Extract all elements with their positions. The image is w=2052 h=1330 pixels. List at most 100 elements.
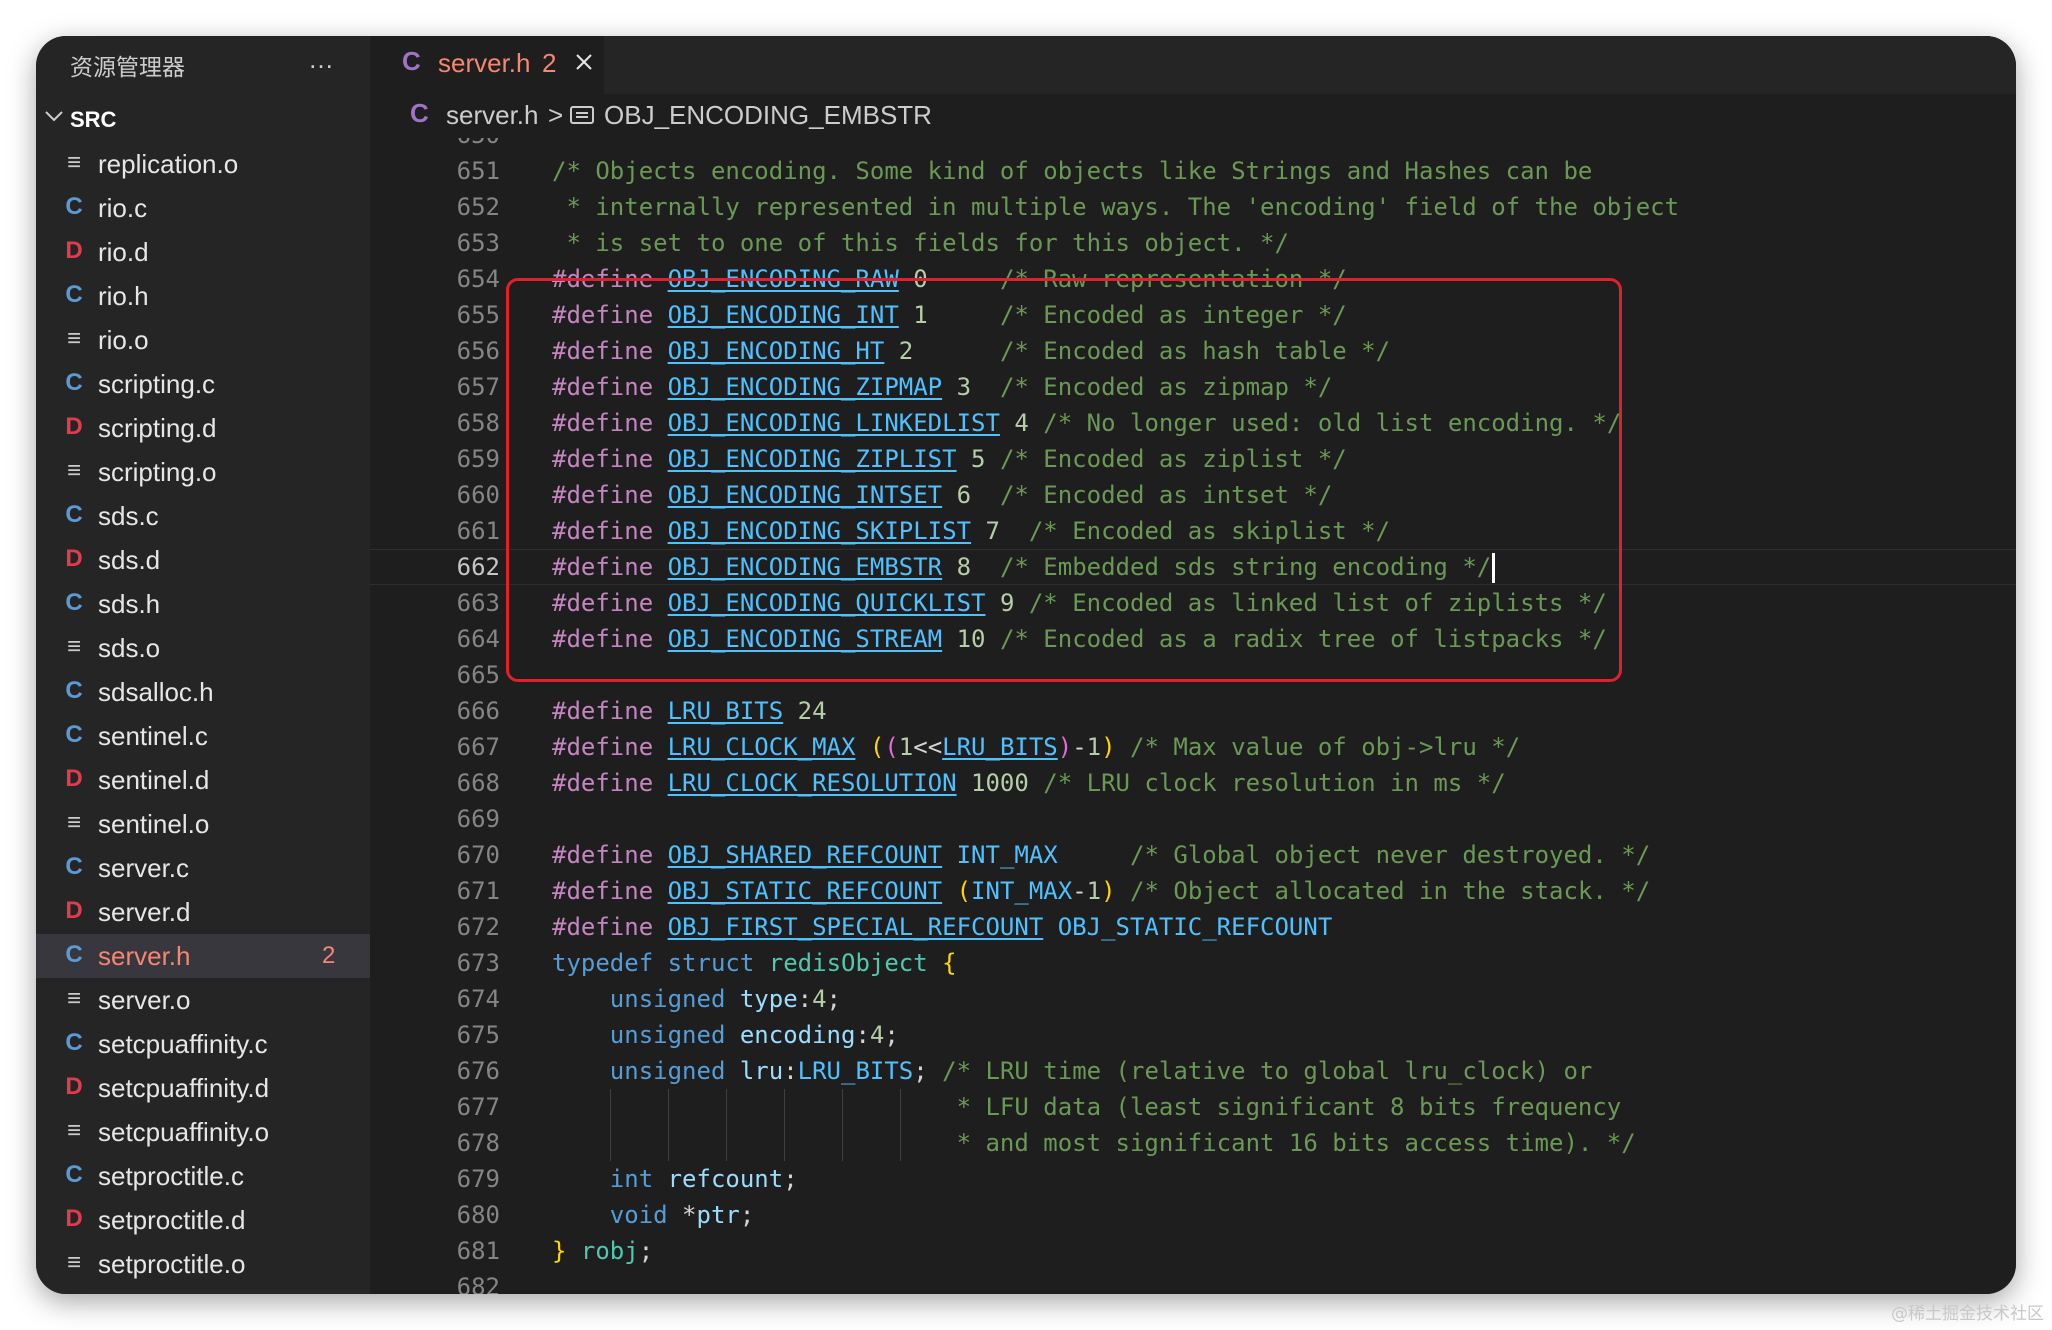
indent-guide: [610, 1125, 611, 1161]
code-line[interactable]: 677 * LFU data (least significant 8 bits…: [370, 1089, 2016, 1125]
tab-server-h[interactable]: C server.h 2: [370, 36, 604, 94]
file-item[interactable]: Dscripting.d: [36, 406, 370, 450]
code-line[interactable]: 652 * internally represented in multiple…: [370, 189, 2016, 225]
code-line[interactable]: 665: [370, 657, 2016, 693]
code-line[interactable]: 655 #define OBJ_ENCODING_INT 1 /* Encoded…: [370, 297, 2016, 333]
d-file-icon: D: [65, 545, 83, 572]
code-line[interactable]: 675 unsigned encoding:4;: [370, 1017, 2016, 1053]
file-item[interactable]: Dsetcpuaffinity.d: [36, 1066, 370, 1110]
file-item[interactable]: Csds.h: [36, 582, 370, 626]
code-line[interactable]: 661 #define OBJ_ENCODING_SKIPLIST 7 /* En…: [370, 513, 2016, 549]
file-item[interactable]: Dserver.d: [36, 890, 370, 934]
code-line[interactable]: 673 typedef struct redisObject {: [370, 945, 2016, 981]
code-text: #define OBJ_ENCODING_INT 1 /* Encoded as…: [552, 297, 1347, 333]
code-line[interactable]: 670 #define OBJ_SHARED_REFCOUNT INT_MAX /…: [370, 837, 2016, 873]
code-line[interactable]: 667 #define LRU_CLOCK_MAX ((1<<LRU_BITS)-…: [370, 729, 2016, 765]
file-item[interactable]: ≡ setproctitle.o: [36, 1242, 370, 1286]
code-line[interactable]: 650: [370, 138, 2016, 153]
code-token: OBJ_ENCODING_INT: [667, 301, 899, 329]
file-item[interactable]: ≡ scripting.o: [36, 450, 370, 494]
code-line[interactable]: 663 #define OBJ_ENCODING_QUICKLIST 9 /* E…: [370, 585, 2016, 621]
code-token: 5: [971, 445, 986, 473]
code-token: LRU_BITS: [797, 1057, 914, 1085]
code-line[interactable]: 659 #define OBJ_ENCODING_ZIPLIST 5 /* Enc…: [370, 441, 2016, 477]
c-file-icon: C: [65, 941, 83, 968]
breadcrumb: C server.h > OBJ_ENCODING_EMBSTR: [370, 94, 2016, 138]
code-line[interactable]: 657 #define OBJ_ENCODING_ZIPMAP 3 /* Enco…: [370, 369, 2016, 405]
code-line[interactable]: 674 unsigned type:4;: [370, 981, 2016, 1017]
more-actions-icon[interactable]: …: [308, 44, 336, 75]
file-item[interactable]: Drio.d: [36, 230, 370, 274]
code-line[interactable]: 672 #define OBJ_FIRST_SPECIAL_REFCOUNT OB…: [370, 909, 2016, 945]
file-item[interactable]: Crio.h: [36, 274, 370, 318]
file-item[interactable]: Cserver.h 2: [36, 934, 370, 978]
code-token: /* Encoded as linked list of ziplists */: [1028, 589, 1607, 617]
code-token: /* Raw representation */: [999, 265, 1347, 293]
line-number: 663: [456, 589, 500, 617]
text-file-icon: ≡: [66, 149, 81, 176]
code-line[interactable]: 669: [370, 801, 2016, 837]
code-line[interactable]: 653 * is set to one of this fields for t…: [370, 225, 2016, 261]
code-token: int: [609, 1165, 654, 1193]
file-item[interactable]: ≡ rio.o: [36, 318, 370, 362]
code-line[interactable]: 662 #define OBJ_ENCODING_EMBSTR 8 /* Embe…: [370, 549, 2016, 585]
code-line[interactable]: 676 unsigned lru:LRU_BITS; /* LRU time (…: [370, 1053, 2016, 1089]
folder-src[interactable]: SRC: [36, 98, 370, 140]
line-number: 667: [456, 733, 500, 761]
code-line[interactable]: 666 #define LRU_BITS 24: [370, 693, 2016, 729]
code-line[interactable]: 681} robj;: [370, 1233, 2016, 1269]
line-number: 671: [456, 877, 500, 905]
file-item[interactable]: Dsetproctitle.d: [36, 1198, 370, 1242]
code-token: LRU_CLOCK_MAX: [667, 733, 856, 761]
code-token: 4: [869, 1021, 885, 1049]
file-item[interactable]: Csetproctitle.c: [36, 1154, 370, 1198]
code-line[interactable]: 679 int refcount;: [370, 1161, 2016, 1197]
breadcrumb-file[interactable]: server.h: [446, 100, 539, 131]
code-line[interactable]: 671 #define OBJ_STATIC_REFCOUNT (INT_MAX-…: [370, 873, 2016, 909]
file-item[interactable]: ≡ setcpuaffinity.o: [36, 1110, 370, 1154]
line-number: 681: [456, 1237, 500, 1265]
breadcrumb-symbol[interactable]: OBJ_ENCODING_EMBSTR: [604, 100, 932, 131]
code-line[interactable]: 658 #define OBJ_ENCODING_LINKEDLIST 4 /* …: [370, 405, 2016, 441]
file-item[interactable]: ≡ sds.o: [36, 626, 370, 670]
code-line[interactable]: 682: [370, 1269, 2016, 1294]
file-item[interactable]: ≡ sentinel.o: [36, 802, 370, 846]
line-number: 654: [456, 265, 500, 293]
file-item[interactable]: Cserver.c: [36, 846, 370, 890]
tab-bar: C server.h 2: [370, 36, 2016, 94]
code-line[interactable]: 660 #define OBJ_ENCODING_INTSET 6 /* Enco…: [370, 477, 2016, 513]
file-item[interactable]: ≡ server.o: [36, 978, 370, 1022]
code-token: OBJ_ENCODING_HT: [667, 337, 885, 365]
code-text: typedef struct redisObject {: [552, 945, 957, 981]
file-item[interactable]: Csetcpuaffinity.c: [36, 1022, 370, 1066]
file-item[interactable]: Dsentinel.d: [36, 758, 370, 802]
code-line[interactable]: 656 #define OBJ_ENCODING_HT 2 /* Encoded …: [370, 333, 2016, 369]
code-editor[interactable]: 650651/* Objects encoding. Some kind of …: [370, 138, 2016, 1294]
close-icon[interactable]: [572, 50, 596, 74]
code-token: ;: [739, 1201, 755, 1229]
file-item[interactable]: Csdsalloc.h: [36, 670, 370, 714]
file-item[interactable]: Crio.c: [36, 186, 370, 230]
c-file-icon: C: [65, 1161, 83, 1188]
line-number: 669: [456, 805, 500, 833]
file-item[interactable]: Csds.c: [36, 494, 370, 538]
code-line[interactable]: 664 #define OBJ_ENCODING_STREAM 10 /* Enc…: [370, 621, 2016, 657]
file-item[interactable]: Csentinel.c: [36, 714, 370, 758]
editor-window: 资源管理器 … SRC ≡ replication.o Crio.c Drio.d Cr…: [36, 36, 2016, 1294]
code-line[interactable]: 651 /* Objects encoding. Some kind of obj…: [370, 153, 2016, 189]
code-line[interactable]: 654 #define OBJ_ENCODING_RAW 0 /* Raw rep…: [370, 261, 2016, 297]
file-item[interactable]: Cscripting.c: [36, 362, 370, 406]
file-item[interactable]: ≡ replication.o: [36, 142, 370, 186]
code-line[interactable]: 668 #define LRU_CLOCK_RESOLUTION 1000 /* …: [370, 765, 2016, 801]
line-number: 659: [456, 445, 500, 473]
code-line[interactable]: 680 void *ptr;: [370, 1197, 2016, 1233]
code-token: 4: [812, 985, 827, 1013]
file-item[interactable]: Dsds.d: [36, 538, 370, 582]
code-text: #define OBJ_ENCODING_EMBSTR 8 /* Embedde…: [552, 549, 1496, 585]
code-line[interactable]: 678 * and most significant 16 bits acces…: [370, 1125, 2016, 1161]
